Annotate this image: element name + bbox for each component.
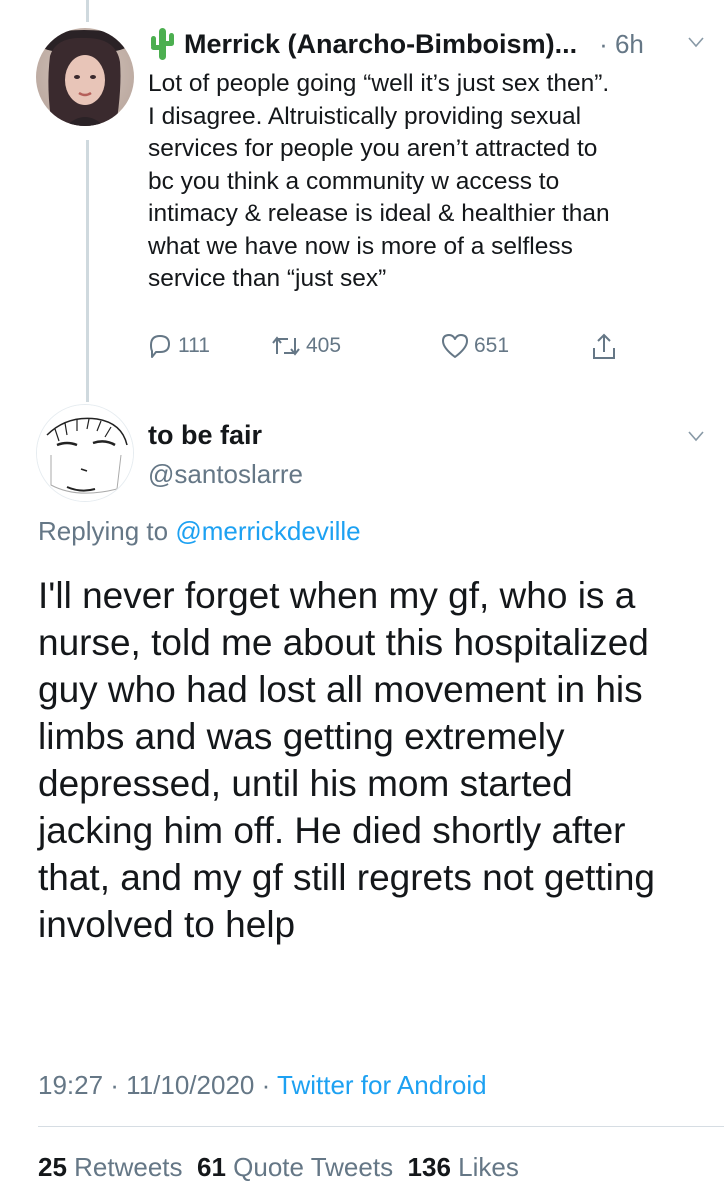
tweet-text: I'll never forget when my gf, who is a n…	[38, 572, 718, 948]
text-line: nurse, told me about this hospitalized	[38, 622, 649, 663]
replying-to-link[interactable]: @merrickdeville	[175, 516, 360, 546]
text-line: Lot of people going “well it’s just sex …	[148, 70, 610, 97]
reply-button[interactable]: 111	[146, 332, 210, 360]
quotes-count: 61	[196, 1152, 226, 1182]
quotes-stat[interactable]: 61 Quote Tweets	[197, 1152, 393, 1182]
timestamp[interactable]: 19:27 · 11/10/2020 ·	[38, 1070, 277, 1100]
source-link[interactable]: Twitter for Android	[277, 1070, 487, 1100]
text-line: limbs and was getting extremely	[38, 716, 565, 757]
text-line: depressed, until his mom started	[38, 763, 573, 804]
text-line: service than “just sex”	[148, 265, 387, 292]
share-icon	[593, 333, 615, 359]
author-handle[interactable]: @santoslarre	[148, 459, 303, 490]
retweet-icon	[272, 336, 300, 356]
thread-line-top	[86, 0, 89, 22]
text-line: bc you think a community w access to	[148, 167, 560, 195]
chevron-down-icon[interactable]	[688, 36, 704, 48]
reply-count: 111	[178, 334, 210, 357]
author-name[interactable]: to be fair	[148, 420, 262, 451]
tweet-time[interactable]: · 6h	[599, 29, 644, 60]
replying-label: Replying to	[38, 516, 176, 546]
parent-tweet-header: Merrick (Anarcho-Bimboism)... · 6h	[148, 24, 704, 64]
chevron-down-icon[interactable]	[688, 430, 704, 442]
share-button[interactable]	[590, 332, 618, 362]
text-line: guy who had lost all movement in his	[38, 669, 643, 710]
likes-label: Likes	[450, 1152, 519, 1182]
text-line: involved to help	[38, 904, 296, 945]
avatar[interactable]	[36, 404, 134, 502]
replying-to: Replying to @merrickdeville	[38, 516, 361, 547]
text-line: intimacy & release is ideal & healthier …	[148, 200, 610, 227]
text-line: I'll never forget when my gf, who is a	[38, 575, 636, 616]
retweets-stat[interactable]: 25 Retweets	[38, 1152, 183, 1182]
tweet-stats: 25 Retweets 61 Quote Tweets 136 Likes	[38, 1152, 519, 1183]
text-line: services for people you aren’t attracted…	[148, 135, 598, 162]
quotes-label: Quote Tweets	[225, 1152, 394, 1182]
likes-count: 136	[407, 1152, 451, 1182]
text-line: I disagree. Altruistically providing sex…	[148, 102, 582, 130]
heart-icon	[442, 334, 468, 358]
parent-tweet-text: Lot of people going “well it’s just sex …	[148, 68, 708, 296]
likes-stat[interactable]: 136 Likes	[408, 1152, 519, 1182]
reply-icon	[150, 335, 170, 358]
text-line: that, and my gf still regrets not gettin…	[38, 857, 655, 898]
retweets-label: Retweets	[66, 1152, 183, 1182]
avatar[interactable]	[36, 28, 134, 126]
tweet-meta: 19:27 · 11/10/2020 · Twitter for Android	[38, 1070, 487, 1101]
divider	[38, 1126, 724, 1127]
retweet-count: 405	[306, 334, 342, 357]
thread-line	[86, 140, 89, 402]
author-name[interactable]: Merrick (Anarcho-Bimboism)...	[184, 29, 577, 60]
tweet-actions: 111 405 651	[146, 332, 626, 372]
retweets-count: 25	[38, 1152, 67, 1182]
text-line: jacking him off. He died shortly after	[38, 810, 626, 851]
like-count: 651	[474, 334, 510, 357]
cactus-icon	[151, 28, 174, 60]
retweet-button[interactable]: 405	[270, 332, 341, 360]
text-line: what we have now is more of a selfless	[148, 232, 573, 260]
like-button[interactable]: 651	[440, 332, 509, 360]
